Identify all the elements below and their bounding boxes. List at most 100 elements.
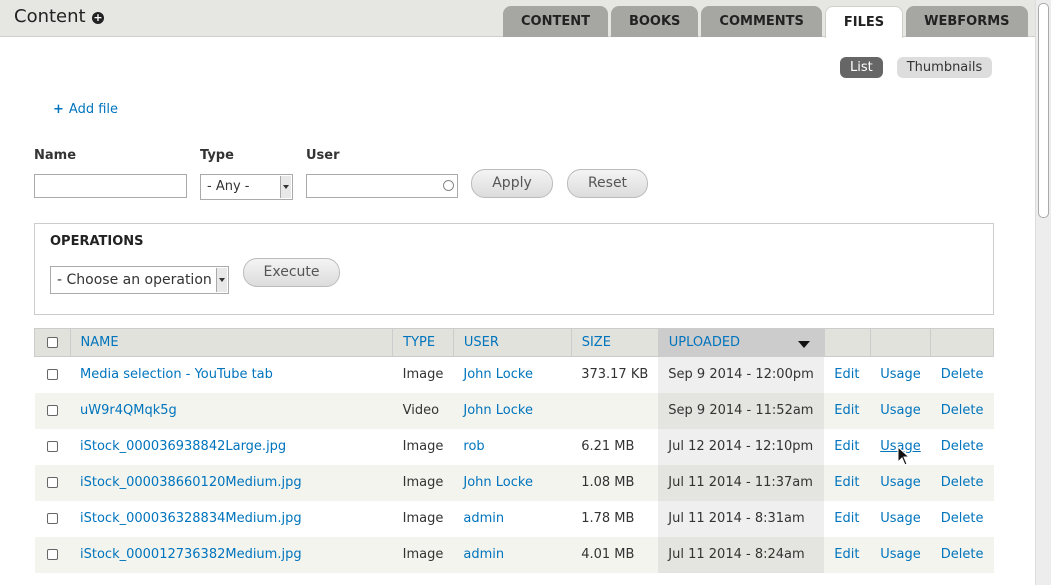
usage-link[interactable]: Usage	[880, 475, 921, 490]
file-name-link[interactable]: iStock_000012736382Medium.jpg	[80, 547, 302, 562]
usage-cell: Usage	[870, 392, 931, 429]
tab-files[interactable]: FILES	[824, 6, 904, 38]
file-size-cell: 1.08 MB	[571, 464, 659, 501]
delete-link[interactable]: Delete	[941, 547, 984, 562]
file-name-cell: Media selection - YouTube tab	[70, 357, 393, 393]
usage-link[interactable]: Usage	[880, 547, 921, 562]
edit-link[interactable]: Edit	[834, 367, 859, 382]
file-name-link[interactable]: iStock_000038660120Medium.jpg	[80, 475, 302, 490]
list-view-button[interactable]: List	[840, 57, 883, 78]
file-user-cell: John Locke	[453, 464, 572, 501]
delete-cell: Delete	[930, 536, 994, 573]
file-user-cell: John Locke	[453, 392, 572, 429]
mouse-cursor-icon	[897, 446, 911, 466]
delete-link[interactable]: Delete	[941, 403, 984, 418]
autocomplete-icon	[443, 180, 454, 191]
usage-cell: Usage	[870, 501, 931, 537]
tab-content[interactable]: CONTENT	[503, 6, 608, 37]
vertical-scrollbar[interactable]	[1035, 0, 1051, 585]
delete-link[interactable]: Delete	[941, 475, 984, 490]
file-user-cell: admin	[453, 501, 571, 537]
edit-cell: Edit	[824, 501, 870, 537]
file-user-link[interactable]: admin	[463, 547, 504, 562]
row-select-cell	[35, 429, 71, 465]
delete-cell: Delete	[931, 501, 994, 537]
file-name-cell: uW9r4QMqk5g	[70, 392, 393, 429]
file-user-link[interactable]: John Locke	[463, 475, 533, 490]
tab-webforms[interactable]: WEBFORMS	[906, 6, 1028, 37]
row-checkbox[interactable]	[46, 441, 58, 452]
thumbnails-view-button[interactable]: Thumbnails	[896, 57, 993, 78]
size-column-header[interactable]: SIZE	[570, 328, 659, 357]
usage-cell: Usage	[870, 464, 931, 501]
type-filter-select[interactable]: - Any -	[200, 174, 293, 200]
delete-link[interactable]: Delete	[941, 439, 984, 454]
type-column-header[interactable]: TYPE	[392, 328, 454, 357]
execute-button[interactable]: Execute	[243, 258, 340, 287]
delete-link[interactable]: Delete	[941, 511, 984, 526]
row-checkbox[interactable]	[46, 405, 58, 416]
file-user-cell: John Locke	[453, 357, 571, 393]
chevron-down-icon	[280, 176, 291, 198]
operations-fieldset: OPERATIONS - Choose an operation - Execu…	[34, 223, 994, 315]
chevron-down-icon	[216, 268, 227, 292]
row-checkbox[interactable]	[46, 477, 58, 488]
file-user-link[interactable]: John Locke	[463, 403, 533, 418]
delete-cell: Delete	[931, 429, 994, 465]
edit-column-header	[823, 328, 871, 357]
select-all-header	[34, 328, 71, 357]
edit-link[interactable]: Edit	[834, 511, 859, 526]
uploaded-column-header[interactable]: UPLOADED	[657, 328, 825, 357]
name-filter-input[interactable]	[34, 174, 187, 198]
file-user-link[interactable]: rob	[463, 439, 484, 454]
edit-link[interactable]: Edit	[834, 547, 859, 562]
row-checkbox[interactable]	[46, 549, 58, 560]
file-name-link[interactable]: Media selection - YouTube tab	[80, 367, 273, 382]
operation-select[interactable]: - Choose an operation -	[50, 266, 229, 294]
user-column-header[interactable]: USER	[452, 328, 572, 357]
usage-link[interactable]: Usage	[880, 367, 921, 382]
delete-link[interactable]: Delete	[941, 367, 984, 382]
file-type-cell: Image	[402, 367, 444, 383]
row-select-cell	[34, 536, 71, 573]
file-name-link[interactable]: iStock_000036328834Medium.jpg	[80, 511, 302, 526]
add-file-link[interactable]: + Add file	[53, 102, 118, 117]
table-row: iStock_000036938842Large.jpg Image rob 6…	[35, 428, 994, 465]
file-user-cell: admin	[453, 536, 572, 573]
name-column-header[interactable]: NAME	[69, 328, 394, 357]
edit-link[interactable]: Edit	[834, 475, 859, 490]
operations-title: OPERATIONS	[50, 234, 144, 249]
plus-circle-icon[interactable]: +	[92, 12, 104, 24]
file-user-link[interactable]: admin	[463, 511, 504, 526]
table-row: iStock_000038660120Medium.jpg Image John…	[34, 464, 994, 501]
delete-cell: Delete	[931, 357, 994, 393]
table-row: iStock_000012736382Medium.jpg Image admi…	[34, 536, 994, 573]
file-name-cell: iStock_000036938842Large.jpg	[70, 429, 393, 465]
edit-link[interactable]: Edit	[834, 439, 859, 454]
add-file-label: Add file	[68, 102, 119, 117]
usage-link[interactable]: Usage	[880, 403, 921, 418]
sort-descending-icon	[797, 341, 810, 348]
tab-books[interactable]: BOOKS	[610, 6, 699, 37]
file-uploaded-cell: Jul 11 2014 - 11:37am	[658, 464, 825, 501]
primary-tabs: CONTENT BOOKS COMMENTS FILES WEBFORMS	[503, 6, 1031, 38]
scrollbar-thumb[interactable]	[1038, 3, 1049, 218]
file-uploaded-cell: Jul 11 2014 - 8:24am	[658, 536, 825, 573]
file-user-link[interactable]: John Locke	[463, 367, 533, 382]
usage-link[interactable]: Usage	[880, 511, 921, 526]
row-select-cell	[34, 464, 71, 501]
user-filter-label: User	[306, 148, 340, 163]
tab-comments[interactable]: COMMENTS	[701, 6, 822, 37]
row-checkbox[interactable]	[46, 369, 58, 381]
reset-button[interactable]: Reset	[567, 169, 648, 198]
apply-button[interactable]: Apply	[471, 169, 553, 198]
delete-cell: Delete	[930, 392, 994, 429]
file-name-cell: iStock_000038660120Medium.jpg	[70, 464, 393, 501]
select-all-checkbox[interactable]	[47, 337, 58, 348]
user-filter-input[interactable]	[306, 174, 458, 198]
row-checkbox[interactable]	[46, 513, 58, 524]
file-name-link[interactable]: uW9r4QMqk5g	[80, 403, 177, 418]
file-name-link[interactable]: iStock_000036938842Large.jpg	[80, 439, 286, 454]
type-filter-value: - Any -	[207, 179, 250, 194]
edit-link[interactable]: Edit	[834, 403, 859, 418]
